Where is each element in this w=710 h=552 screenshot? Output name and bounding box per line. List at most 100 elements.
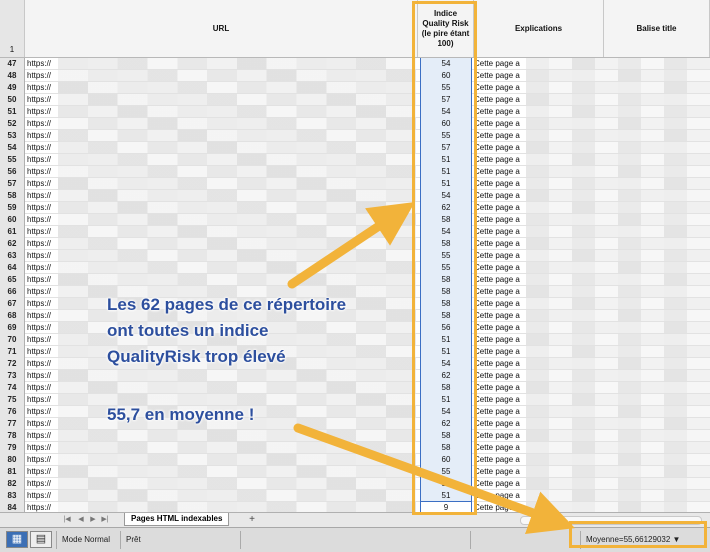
explication-cell[interactable]: Cette page a (474, 298, 520, 309)
explication-cell[interactable]: Cette page a (474, 166, 520, 177)
quality-risk-cell[interactable]: 51 (420, 346, 472, 358)
url-cell[interactable]: https:// (27, 490, 51, 501)
quality-risk-cell[interactable]: 55 (420, 82, 472, 94)
quality-risk-cell[interactable]: 62 (420, 202, 472, 214)
row-number[interactable]: 50 (0, 94, 25, 106)
prev-sheet-icon[interactable]: ◀ (76, 515, 86, 524)
explication-cell[interactable]: Cette page a (474, 154, 520, 165)
column-quality-risk[interactable]: Indice Quality Risk (le pire étant 100) (418, 0, 474, 57)
url-cell[interactable]: https:// (27, 166, 51, 177)
table-row[interactable]: 53 https:// 55 Cette page a (0, 130, 710, 142)
row-number[interactable]: 65 (0, 274, 25, 286)
quality-risk-cell[interactable]: 62 (420, 370, 472, 382)
table-row[interactable]: 54 https:// 57 Cette page a (0, 142, 710, 154)
quality-risk-cell[interactable]: 58 (420, 214, 472, 226)
table-row[interactable]: 78 https:// 58 Cette page a (0, 430, 710, 442)
url-cell[interactable]: https:// (27, 478, 51, 489)
url-cell[interactable]: https:// (27, 406, 51, 417)
row-number[interactable]: 51 (0, 106, 25, 118)
row-number[interactable]: 81 (0, 466, 25, 478)
add-sheet-button[interactable]: + (246, 514, 258, 525)
quality-risk-cell[interactable]: 55 (420, 130, 472, 142)
normal-view-icon[interactable]: ▦ (6, 531, 28, 548)
row-number[interactable]: 54 (0, 142, 25, 154)
explication-cell[interactable]: Cette page a (474, 502, 520, 512)
explication-cell[interactable]: Cette page a (474, 262, 520, 273)
row-number[interactable]: 48 (0, 70, 25, 82)
quality-risk-cell[interactable]: 51 (420, 334, 472, 346)
explication-cell[interactable]: Cette page a (474, 430, 520, 441)
row-number[interactable]: 62 (0, 238, 25, 250)
explication-cell[interactable]: Cette page a (474, 370, 520, 381)
row-number[interactable]: 56 (0, 166, 25, 178)
quality-risk-cell[interactable]: 51 (420, 166, 472, 178)
url-cell[interactable]: https:// (27, 322, 51, 333)
table-row[interactable]: 49 https:// 55 Cette page a (0, 82, 710, 94)
explication-cell[interactable]: Cette page a (474, 94, 520, 105)
row-number[interactable]: 84 (0, 502, 25, 512)
row-number[interactable]: 83 (0, 490, 25, 502)
dropdown-arrow-icon[interactable]: ▼ (673, 535, 681, 544)
table-row[interactable]: 82 https:// 57 Cette page a (0, 478, 710, 490)
average-readout[interactable]: Moyenne=55,66129032 ▼ (586, 535, 680, 544)
table-row[interactable]: 84 https:// 9 Cette page a (0, 502, 710, 512)
row-number[interactable]: 69 (0, 322, 25, 334)
explication-cell[interactable]: Cette page a (474, 322, 520, 333)
url-cell[interactable]: https:// (27, 178, 51, 189)
row-number[interactable]: 55 (0, 154, 25, 166)
row-number[interactable]: 53 (0, 130, 25, 142)
url-cell[interactable]: https:// (27, 298, 51, 309)
quality-risk-cell[interactable]: 58 (420, 442, 472, 454)
url-cell[interactable]: https:// (27, 346, 51, 357)
row-number[interactable]: 66 (0, 286, 25, 298)
explication-cell[interactable]: Cette page a (474, 118, 520, 129)
explication-cell[interactable]: Cette page a (474, 238, 520, 249)
quality-risk-cell[interactable]: 54 (420, 226, 472, 238)
table-row[interactable]: 73 https:// 62 Cette page a (0, 370, 710, 382)
explication-cell[interactable]: Cette page a (474, 478, 520, 489)
row-number[interactable]: 80 (0, 454, 25, 466)
url-cell[interactable]: https:// (27, 358, 51, 369)
url-cell[interactable]: https:// (27, 430, 51, 441)
quality-risk-cell[interactable]: 62 (420, 418, 472, 430)
url-cell[interactable]: https:// (27, 262, 51, 273)
table-row[interactable]: 59 https:// 62 Cette page a (0, 202, 710, 214)
quality-risk-cell[interactable]: 58 (420, 298, 472, 310)
url-cell[interactable]: https:// (27, 58, 51, 69)
horizontal-scrollbar[interactable] (520, 516, 702, 525)
url-cell[interactable]: https:// (27, 370, 51, 381)
url-cell[interactable]: https:// (27, 334, 51, 345)
quality-risk-cell[interactable]: 57 (420, 94, 472, 106)
quality-risk-cell[interactable]: 55 (420, 262, 472, 274)
quality-risk-cell[interactable]: 55 (420, 466, 472, 478)
row-number[interactable]: 47 (0, 58, 25, 70)
explication-cell[interactable]: Cette page a (474, 106, 520, 117)
explication-cell[interactable]: Cette page a (474, 382, 520, 393)
explication-cell[interactable]: Cette page a (474, 190, 520, 201)
quality-risk-cell[interactable]: 51 (420, 394, 472, 406)
explication-cell[interactable]: Cette page a (474, 178, 520, 189)
row-number[interactable]: 49 (0, 82, 25, 94)
quality-risk-cell[interactable]: 9 (420, 502, 472, 512)
table-row[interactable]: 81 https:// 55 Cette page a (0, 466, 710, 478)
url-cell[interactable]: https:// (27, 118, 51, 129)
quality-risk-cell[interactable]: 51 (420, 154, 472, 166)
quality-risk-cell[interactable]: 58 (420, 430, 472, 442)
last-sheet-icon[interactable]: ▶| (100, 515, 110, 524)
quality-risk-cell[interactable]: 55 (420, 250, 472, 262)
url-cell[interactable]: https:// (27, 466, 51, 477)
url-cell[interactable]: https:// (27, 202, 51, 213)
quality-risk-cell[interactable]: 57 (420, 142, 472, 154)
url-cell[interactable]: https:// (27, 214, 51, 225)
row-number[interactable]: 78 (0, 430, 25, 442)
explication-cell[interactable]: Cette page a (474, 274, 520, 285)
url-cell[interactable]: https:// (27, 274, 51, 285)
column-url[interactable]: URL (25, 0, 418, 57)
url-cell[interactable]: https:// (27, 130, 51, 141)
explication-cell[interactable]: Cette page a (474, 226, 520, 237)
quality-risk-cell[interactable]: 57 (420, 478, 472, 490)
explication-cell[interactable]: Cette page a (474, 466, 520, 477)
quality-risk-cell[interactable]: 56 (420, 322, 472, 334)
next-sheet-icon[interactable]: ▶ (88, 515, 98, 524)
quality-risk-cell[interactable]: 58 (420, 310, 472, 322)
